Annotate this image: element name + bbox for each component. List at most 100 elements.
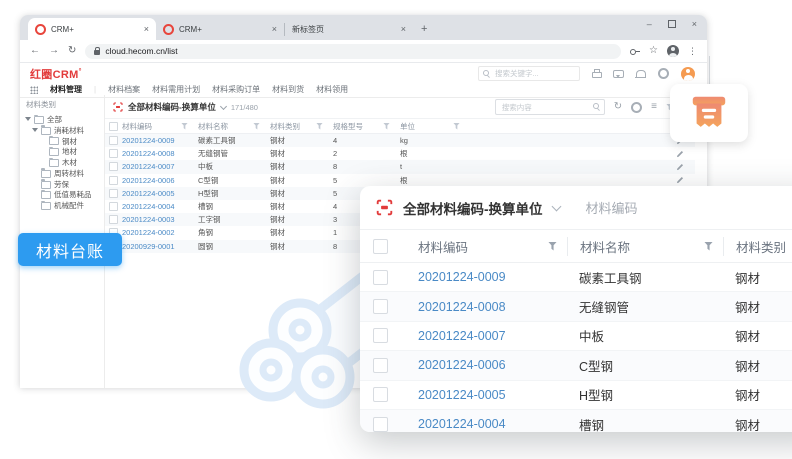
material-code-link[interactable]: 20201224-0002 [122, 228, 175, 237]
bookmark-star-icon[interactable]: ☆ [649, 46, 658, 56]
nav-item[interactable]: 材料需用计划 [152, 84, 200, 95]
row-checkbox[interactable] [109, 162, 118, 171]
filter-icon[interactable] [181, 123, 188, 130]
table-row[interactable]: 20201224-0005H型钢钢材 [360, 381, 792, 410]
forward-icon[interactable]: → [49, 46, 59, 56]
app-grid-icon[interactable] [30, 86, 38, 94]
material-code-link[interactable]: 20201224-0004 [122, 202, 175, 211]
material-code-link[interactable]: 20201224-0007 [122, 162, 175, 171]
tree-item[interactable]: 低值易耗品 [20, 190, 104, 201]
tab-close-icon[interactable]: × [144, 25, 149, 34]
filter-icon[interactable] [548, 242, 557, 251]
material-code-link[interactable]: 20201224-0007 [418, 329, 506, 343]
filter-icon[interactable] [704, 242, 713, 251]
material-code-link[interactable]: 20201224-0005 [418, 388, 506, 402]
new-tab-button[interactable]: + [421, 23, 427, 35]
settings-icon[interactable] [631, 102, 642, 113]
nav-item[interactable]: 材料采购订单 [212, 84, 260, 95]
material-code-link[interactable]: 20201224-0008 [122, 149, 175, 158]
edit-pencil-icon[interactable] [676, 176, 684, 184]
tree-item[interactable]: 劳保 [20, 179, 104, 190]
edit-pencil-icon[interactable] [676, 150, 684, 158]
material-code-link[interactable]: 20201224-0009 [122, 136, 175, 145]
window-close-button[interactable]: × [692, 19, 697, 29]
material-code-link[interactable]: 20200929-0001 [122, 242, 175, 251]
print-icon[interactable] [592, 70, 601, 77]
tree-item-all[interactable]: 全部 [20, 114, 104, 125]
minimize-button[interactable]: – [647, 19, 652, 29]
row-checkbox[interactable] [109, 136, 118, 145]
caret-icon[interactable] [25, 117, 31, 121]
table-row[interactable]: 20201224-0007中板钢材8t [105, 160, 695, 173]
select-all-checkbox[interactable] [109, 122, 118, 131]
material-code-link[interactable]: 20201224-0006 [418, 358, 506, 372]
browser-menu-icon[interactable]: ⋮ [688, 46, 697, 57]
view-title[interactable]: 全部材料编码-换算单位 [128, 101, 216, 113]
tree-item[interactable]: 机械配件 [20, 200, 104, 211]
row-checkbox[interactable] [373, 270, 388, 285]
filter-icon[interactable] [383, 123, 390, 130]
refresh-icon[interactable]: ↻ [614, 102, 622, 112]
tab-close-icon[interactable]: × [401, 25, 406, 34]
gear-icon[interactable] [658, 68, 669, 79]
nav-item[interactable]: 材料领用 [316, 84, 348, 95]
row-checkbox[interactable] [109, 189, 118, 198]
key-icon[interactable] [630, 49, 640, 54]
browser-tab-newpage[interactable]: 新标签页 × [285, 18, 413, 40]
bell-icon[interactable] [636, 70, 646, 78]
table-row[interactable]: 20201224-0009碳素工具钢钢材 [360, 263, 792, 292]
row-checkbox[interactable] [109, 149, 118, 158]
table-row[interactable]: 20201224-0008无缝钢管钢材2根 [105, 147, 695, 160]
browser-tab-active[interactable]: CRM+ × [28, 18, 156, 40]
table-search-input[interactable] [500, 102, 590, 113]
material-code-link[interactable]: 20201224-0003 [122, 215, 175, 224]
reload-icon[interactable]: ↻ [68, 46, 76, 56]
row-checkbox[interactable] [373, 358, 388, 373]
chevron-down-icon[interactable] [551, 201, 561, 211]
row-checkbox[interactable] [373, 417, 388, 432]
row-checkbox[interactable] [373, 387, 388, 402]
user-avatar[interactable] [681, 67, 695, 81]
tree-item[interactable]: 钢材 [20, 136, 104, 147]
columns-icon[interactable]: ≡ [651, 102, 657, 112]
back-icon[interactable]: ← [30, 46, 40, 56]
material-code-link[interactable]: 20201224-0006 [122, 176, 175, 185]
table-row[interactable]: 20201224-0009碳素工具钢钢材4kg [105, 134, 695, 147]
row-checkbox[interactable] [109, 202, 118, 211]
filter-icon[interactable] [453, 123, 460, 130]
address-bar[interactable]: cloud.hecom.cn/list [85, 44, 621, 59]
filter-icon[interactable] [316, 123, 323, 130]
filter-icon[interactable] [253, 123, 260, 130]
global-search[interactable] [478, 66, 580, 81]
caret-icon[interactable] [32, 128, 38, 132]
browser-tab[interactable]: CRM+ × [156, 18, 284, 40]
table-row[interactable]: 20201224-0006C型钢钢材5根 [105, 174, 695, 187]
table-row[interactable]: 20201224-0008无缝钢管钢材 [360, 292, 792, 321]
browser-profile-avatar[interactable] [667, 45, 679, 57]
table-row[interactable]: 20201224-0004槽钢钢材 [360, 410, 792, 432]
tree-item[interactable]: 木材 [20, 157, 104, 168]
row-checkbox[interactable] [373, 328, 388, 343]
message-icon[interactable] [613, 70, 624, 78]
maximize-button[interactable] [668, 20, 676, 28]
table-row[interactable]: 20201224-0006C型钢钢材 [360, 351, 792, 380]
table-search[interactable] [495, 99, 605, 115]
select-all-checkbox[interactable] [373, 239, 388, 254]
edit-pencil-icon[interactable] [676, 163, 684, 171]
row-checkbox[interactable] [109, 215, 118, 224]
tab-close-icon[interactable]: × [272, 25, 277, 34]
row-checkbox[interactable] [109, 176, 118, 185]
material-code-link[interactable]: 20201224-0005 [122, 189, 175, 198]
tree-item[interactable]: 地材 [20, 146, 104, 157]
popup-view-title[interactable]: 全部材料编码-换算单位 [403, 198, 543, 218]
tree-item[interactable]: 消耗材料 [20, 125, 104, 136]
tree-item[interactable]: 周转材料 [20, 168, 104, 179]
material-code-link[interactable]: 20201224-0008 [418, 300, 506, 314]
chevron-down-icon[interactable] [220, 102, 227, 109]
material-code-link[interactable]: 20201224-0009 [418, 270, 506, 284]
table-row[interactable]: 20201224-0007中板钢材 [360, 322, 792, 351]
nav-item[interactable]: 材料到货 [272, 84, 304, 95]
row-checkbox[interactable] [373, 299, 388, 314]
nav-item-active[interactable]: 材料管理 [50, 84, 82, 95]
global-search-input[interactable] [493, 68, 575, 79]
